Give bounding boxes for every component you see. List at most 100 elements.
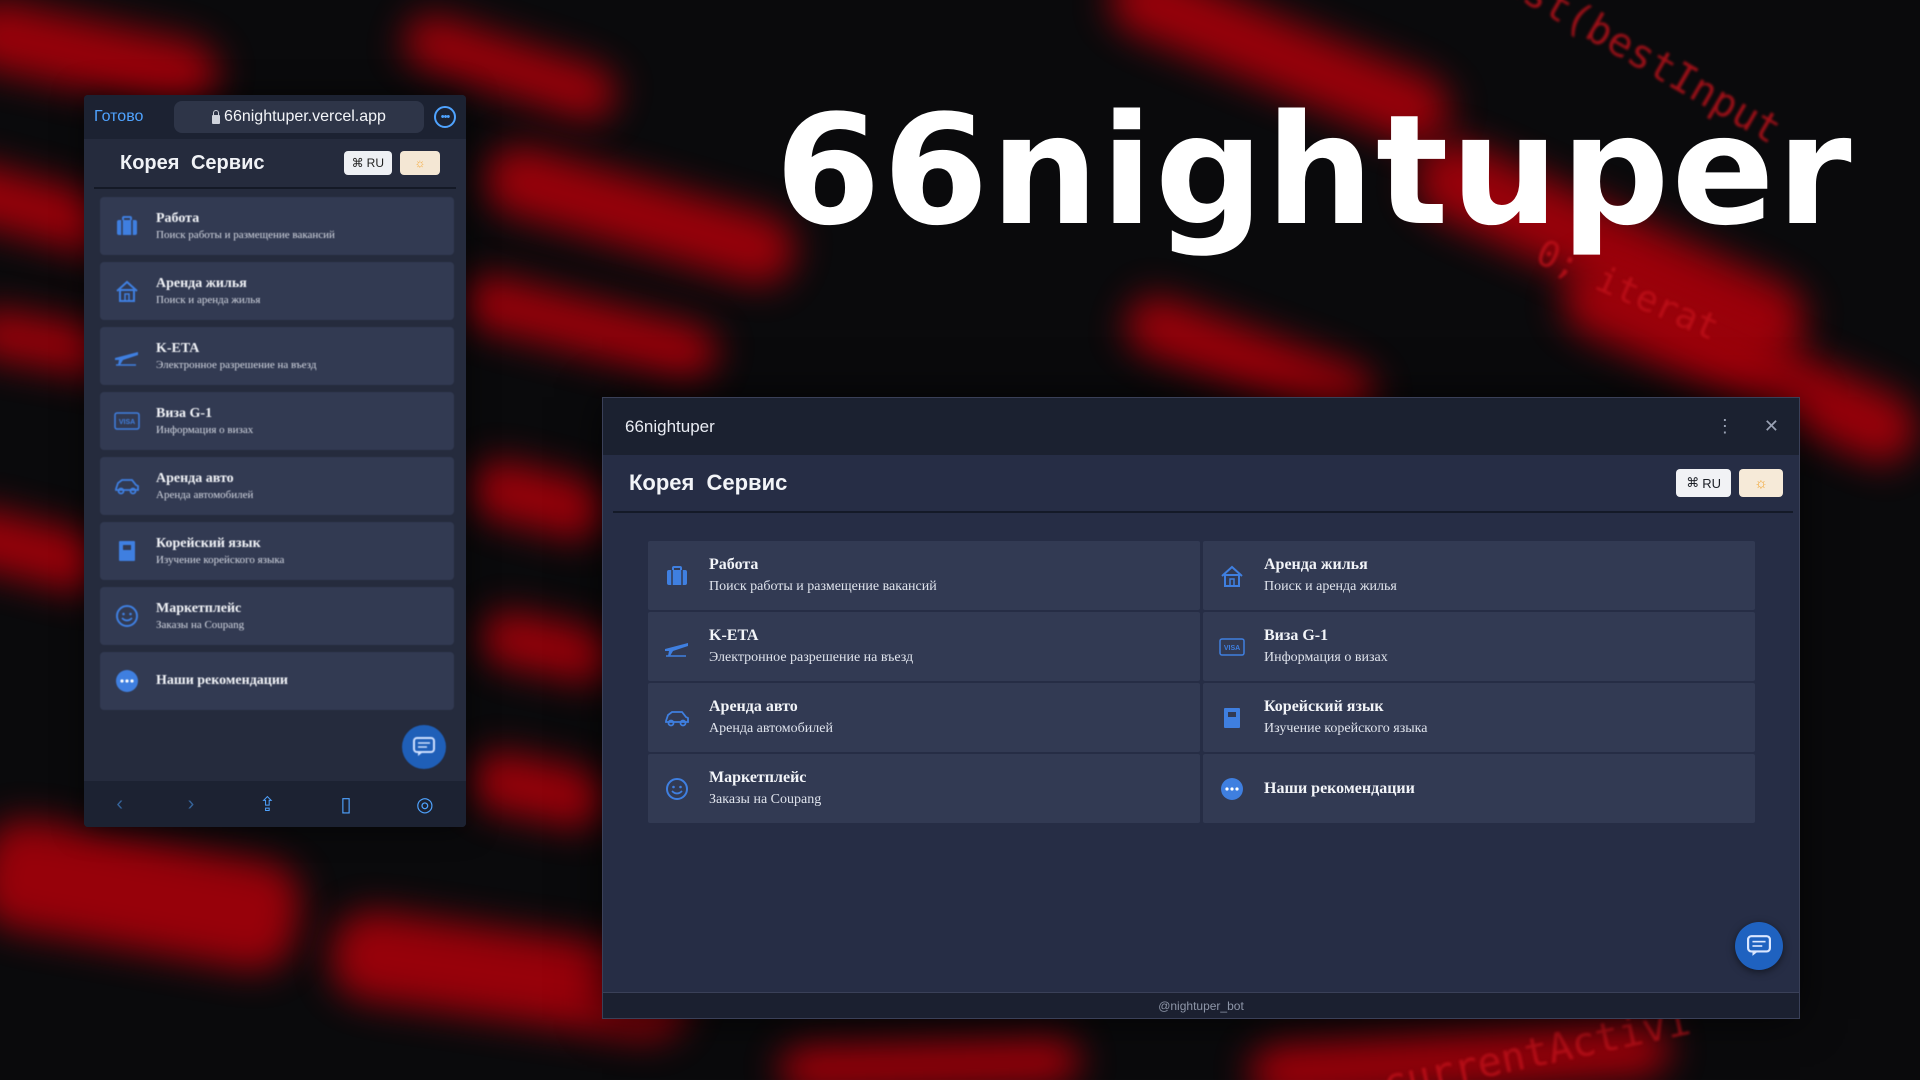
- service-subtitle: Аренда автомобилей: [709, 721, 833, 736]
- back-icon[interactable]: ‹: [116, 793, 123, 816]
- lock-icon: [212, 109, 221, 124]
- service-text: K-ETA Электронное разрешение на въезд: [709, 627, 913, 666]
- briefcase-icon: [662, 565, 692, 586]
- service-item[interactable]: Аренда авто Аренда автомобилей: [648, 683, 1200, 752]
- book-icon: [112, 540, 142, 562]
- service-title: Виза G-1: [1264, 627, 1329, 644]
- service-title: Корейский язык: [156, 536, 261, 551]
- service-title: Корейский язык: [1264, 698, 1384, 715]
- service-text: Аренда жилья Поиск и аренда жилья: [1264, 556, 1397, 595]
- visa-card-icon: VISA: [1217, 637, 1247, 656]
- translate-icon: ⌘: [351, 156, 364, 170]
- svg-text:VISA: VISA: [119, 419, 135, 426]
- service-subtitle: Заказы на Coupang: [156, 619, 245, 631]
- service-text: Наши рекомендации: [156, 673, 288, 689]
- house-icon: [1217, 565, 1247, 587]
- kebab-menu-icon[interactable]: ⋮: [1716, 416, 1734, 437]
- briefcase-icon: [112, 216, 142, 236]
- service-subtitle: Аренда автомобилей: [156, 489, 254, 501]
- footer-bot-handle: @nightuper_bot: [603, 992, 1799, 1018]
- service-item[interactable]: Аренда жилья Поиск и аренда жилья: [100, 262, 454, 320]
- url-field[interactable]: 66nightuper.vercel.app: [174, 101, 424, 133]
- sun-icon: ☼: [414, 156, 426, 170]
- service-subtitle: Поиск работы и размещение вакансий: [156, 229, 335, 241]
- service-item[interactable]: K-ETA Электронное разрешение на въезд: [100, 327, 454, 385]
- service-text: Аренда авто Аренда автомобилей: [709, 698, 833, 737]
- close-icon[interactable]: ✕: [1764, 416, 1779, 437]
- airplane-icon: [662, 637, 692, 657]
- service-item[interactable]: Работа Поиск работы и размещение вакансий: [648, 541, 1200, 610]
- service-subtitle: Информация о визах: [156, 424, 254, 436]
- app-window: 66nightuper ⋮ ✕ Корея Сервис ⌘ RU ☼ Рабо…: [602, 397, 1800, 1019]
- service-item[interactable]: Корейский язык Изучение корейского языка: [1203, 683, 1755, 752]
- chat-icon: [1747, 935, 1771, 956]
- share-icon[interactable]: ⇪: [259, 792, 276, 817]
- service-item[interactable]: Маркетплейс Заказы на Coupang: [648, 754, 1200, 823]
- chat-button[interactable]: [1735, 922, 1783, 970]
- language-label: RU: [1702, 475, 1721, 491]
- service-item[interactable]: Аренда жилья Поиск и аренда жилья: [1203, 541, 1755, 610]
- service-item[interactable]: Маркетплейс Заказы на Coupang: [100, 587, 454, 645]
- service-list: Работа Поиск работы и размещение вакансий…: [84, 189, 466, 725]
- window-title: 66nightuper: [625, 416, 715, 436]
- car-icon: [662, 709, 692, 727]
- service-title: Работа: [156, 211, 200, 226]
- service-text: Работа Поиск работы и размещение вакансий: [156, 211, 335, 241]
- service-title: Аренда жилья: [156, 276, 247, 291]
- done-button[interactable]: Готово: [94, 108, 164, 126]
- theme-toggle[interactable]: ☼: [400, 151, 440, 175]
- app-header: Корея Сервис ⌘ RU ☼: [94, 139, 456, 189]
- service-text: Работа Поиск работы и размещение вакансий: [709, 556, 937, 595]
- service-subtitle: Поиск и аренда жилья: [156, 294, 261, 306]
- language-label: RU: [366, 156, 384, 170]
- service-title: Аренда жилья: [1264, 556, 1368, 573]
- service-grid: Работа Поиск работы и размещение вакансий…: [648, 541, 1755, 823]
- chat-button[interactable]: [402, 725, 446, 769]
- app-header: Корея Сервис ⌘ RU ☼: [613, 455, 1793, 513]
- service-title: Аренда авто: [709, 698, 798, 715]
- service-subtitle: Изучение корейского языка: [1264, 721, 1428, 736]
- smile-icon: [112, 604, 142, 628]
- service-title: Маркетплейс: [709, 769, 807, 786]
- sun-icon: ☼: [1754, 474, 1768, 492]
- service-title: Наши рекомендации: [156, 673, 288, 688]
- service-subtitle: Информация о визах: [1264, 650, 1388, 665]
- service-subtitle: Изучение корейского языка: [156, 554, 285, 566]
- service-text: Наши рекомендации: [1264, 780, 1415, 798]
- more-options-icon[interactable]: •••: [434, 106, 456, 128]
- forward-icon[interactable]: ›: [188, 793, 195, 816]
- service-text: K-ETA Электронное разрешение на въезд: [156, 341, 316, 371]
- visa-card-icon: VISA: [112, 412, 142, 430]
- service-item[interactable]: Корейский язык Изучение корейского языка: [100, 522, 454, 580]
- browser-toolbar: ‹ › ⇪ ▯ ◎: [84, 781, 466, 827]
- service-item[interactable]: Наши рекомендации: [100, 652, 454, 710]
- bookmarks-icon[interactable]: ▯: [340, 792, 351, 817]
- smile-icon: [662, 777, 692, 801]
- service-item[interactable]: K-ETA Электронное разрешение на въезд: [648, 612, 1200, 681]
- service-item[interactable]: Аренда авто Аренда автомобилей: [100, 457, 454, 515]
- service-item[interactable]: VISA Виза G-1 Информация о визах: [1203, 612, 1755, 681]
- service-text: Виза G-1 Информация о визах: [156, 406, 253, 436]
- service-subtitle: Электронное разрешение на въезд: [709, 650, 914, 665]
- service-text: Аренда жилья Поиск и аренда жилья: [156, 276, 260, 306]
- house-icon: [112, 280, 142, 302]
- service-text: Аренда авто Аренда автомобилей: [156, 471, 253, 501]
- language-button[interactable]: ⌘ RU: [1676, 469, 1731, 497]
- language-button[interactable]: ⌘ RU: [343, 151, 392, 175]
- service-title: Работа: [709, 556, 759, 573]
- browser-address-bar: Готово 66nightuper.vercel.app •••: [84, 95, 466, 139]
- book-icon: [1217, 707, 1247, 729]
- chat-icon: [413, 737, 435, 756]
- service-item[interactable]: VISA Виза G-1 Информация о визах: [100, 392, 454, 450]
- compass-icon[interactable]: ◎: [416, 792, 433, 817]
- logo-title: 66nightuper: [775, 82, 1854, 259]
- service-item[interactable]: Работа Поиск работы и размещение вакансий: [100, 197, 454, 255]
- airplane-icon: [112, 346, 142, 366]
- service-text: Маркетплейс Заказы на Coupang: [156, 601, 244, 631]
- service-item[interactable]: Наши рекомендации: [1203, 754, 1755, 823]
- window-titlebar: 66nightuper ⋮ ✕: [603, 398, 1799, 455]
- service-title: K-ETA: [156, 341, 200, 356]
- service-subtitle: Заказы на Coupang: [709, 792, 822, 807]
- page-title: Корея Сервис: [629, 470, 788, 495]
- theme-toggle[interactable]: ☼: [1739, 469, 1783, 497]
